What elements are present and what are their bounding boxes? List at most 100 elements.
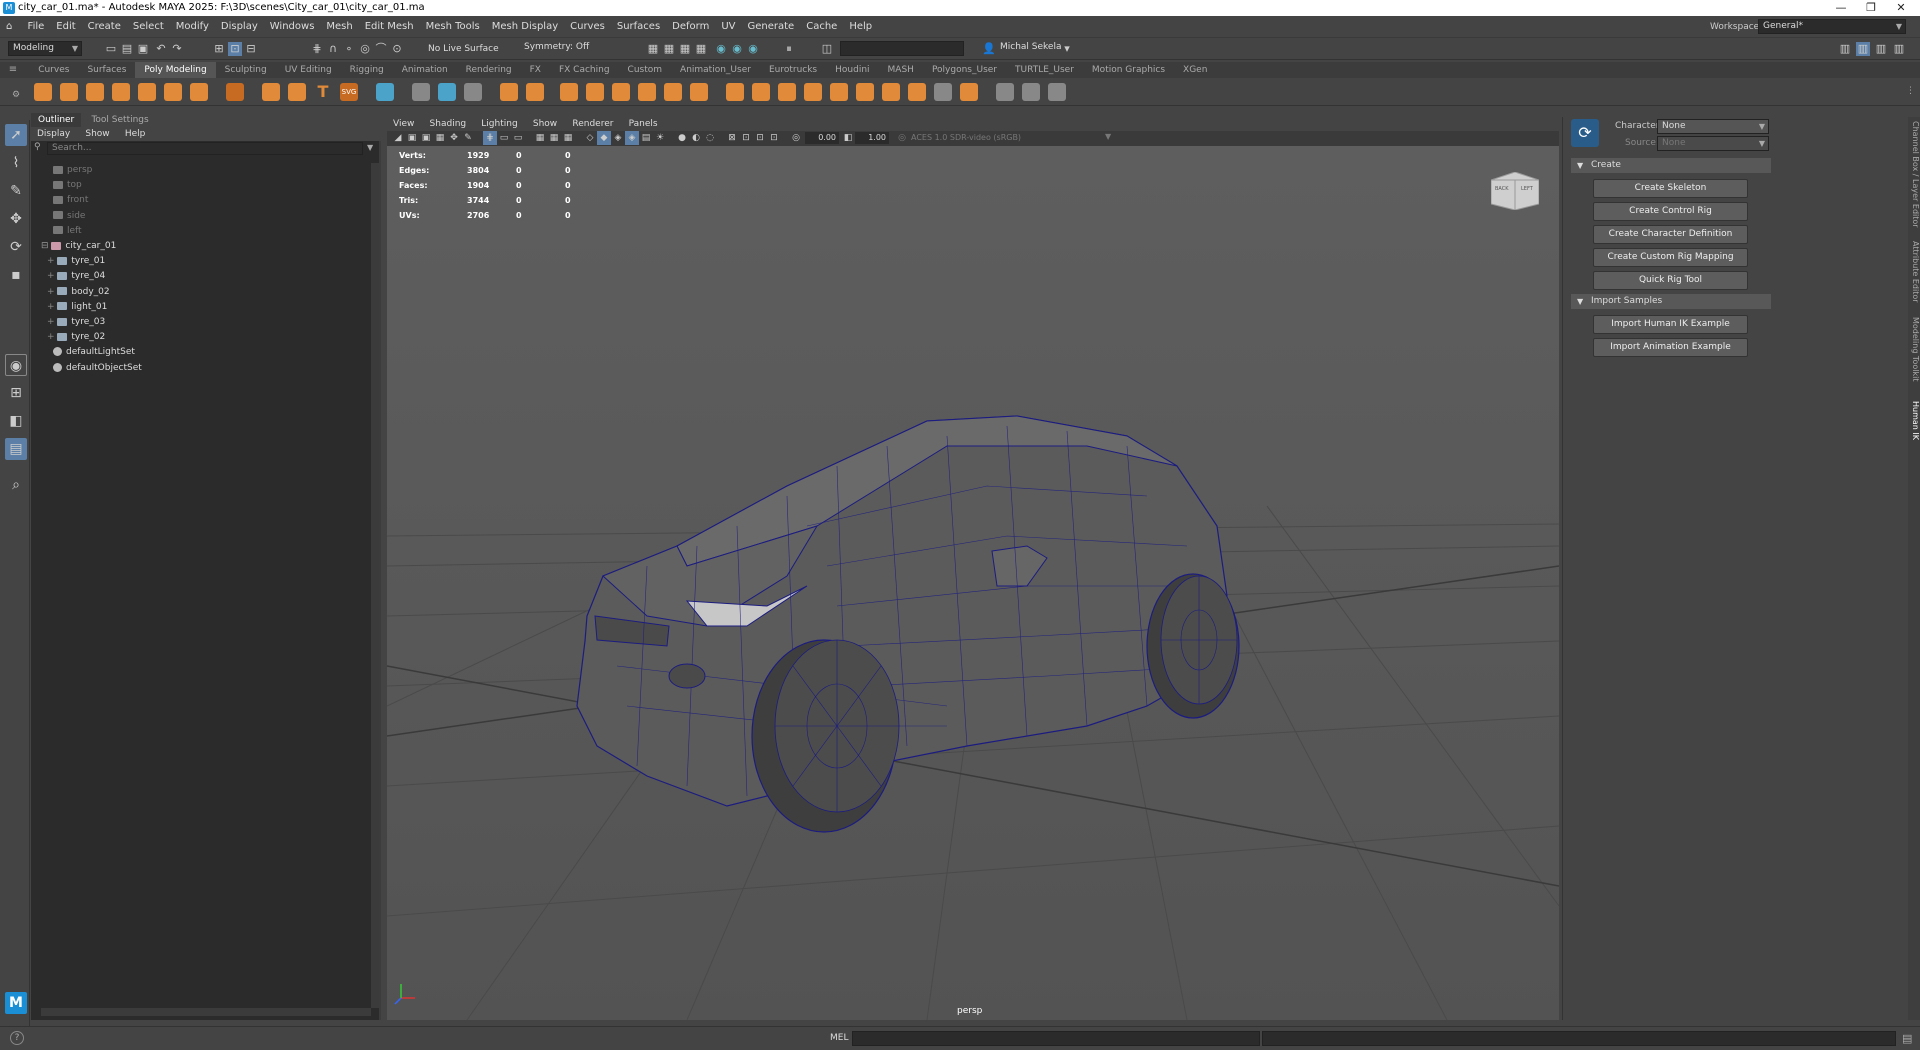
platonic-solid-icon[interactable] — [226, 83, 244, 101]
single-perspective-view-icon[interactable]: ◉ — [5, 354, 27, 376]
select-object-icon[interactable]: ⊡ — [228, 42, 242, 56]
uv-layout-icon[interactable] — [1048, 83, 1066, 101]
menu-uv[interactable]: UV — [715, 16, 741, 38]
poly-sphere-icon[interactable] — [34, 83, 52, 101]
shelf-tab-rigging[interactable]: Rigging — [341, 62, 393, 78]
outliner-item-left[interactable]: left — [53, 224, 82, 239]
offset-edge-loop-icon[interactable] — [778, 83, 796, 101]
viewport-menu-renderer[interactable]: Renderer — [566, 117, 619, 131]
redo-icon[interactable]: ↷ — [170, 42, 184, 56]
poly-cube-icon[interactable] — [60, 83, 78, 101]
snap-view-icon[interactable]: ◎ — [358, 42, 372, 56]
outliner-menu-help[interactable]: Help — [119, 127, 152, 141]
import-human-ik-example-button[interactable]: Import Human IK Example — [1593, 315, 1748, 334]
outliner-item-tyre-02[interactable]: + tyre_02 — [47, 330, 105, 345]
expand-toggle-icon[interactable]: + — [47, 271, 57, 281]
shelf-tab-curves[interactable]: Curves — [29, 62, 78, 78]
svg-icon[interactable]: SVG — [340, 83, 358, 101]
render-view-icon[interactable]: ◉ — [730, 42, 744, 56]
smooth-shade-icon[interactable]: ◆ — [597, 131, 611, 145]
perspective-viewport[interactable]: Verts: 1929 0 0 Edges: 3804 0 0 Faces: 1904 0 0 Tris… — [387, 146, 1559, 1020]
outliner-search-input[interactable]: Search... — [47, 142, 363, 155]
tab-human-ik[interactable]: Human IK — [1908, 401, 1920, 440]
grid-toggle-icon[interactable]: ⋕ — [483, 131, 497, 145]
mirror-icon[interactable] — [464, 83, 482, 101]
poly-cylinder-icon[interactable] — [86, 83, 104, 101]
collapse-icon[interactable] — [830, 83, 848, 101]
collapse-toggle-icon[interactable]: ⊟ — [41, 241, 51, 251]
menu-modify[interactable]: Modify — [170, 16, 215, 38]
outliner-item-tyre-01[interactable]: + tyre_01 — [47, 254, 105, 269]
open-scene-icon[interactable]: ▤ — [120, 42, 134, 56]
select-component-icon[interactable]: ⊟ — [244, 42, 258, 56]
outliner-item-tyre-03[interactable]: + tyre_03 — [47, 315, 105, 330]
help-icon[interactable]: ? — [10, 1031, 24, 1045]
shadows-icon[interactable]: ● — [675, 131, 689, 145]
sweep-mesh-icon[interactable] — [288, 83, 306, 101]
append-icon[interactable] — [664, 83, 682, 101]
viewport-menu-shading[interactable]: Shading — [424, 117, 473, 131]
character-dropdown[interactable]: None ▼ — [1657, 119, 1769, 134]
search-options-icon[interactable]: ⚲ — [34, 142, 41, 152]
shelf-tab-fx-caching[interactable]: FX Caching — [550, 62, 619, 78]
outliner-item-city-car-01[interactable]: ⊟ city_car_01 — [41, 239, 116, 254]
outliner-item-side[interactable]: side — [53, 209, 85, 224]
outliner-item-light-01[interactable]: + light_01 — [47, 300, 107, 315]
scale-tool-icon[interactable]: ▪ — [5, 264, 27, 286]
menu-select[interactable]: Select — [127, 16, 170, 38]
live-surface-field[interactable]: No Live Surface — [428, 41, 499, 57]
shelf-scroll-icon[interactable]: ⋮ — [1906, 86, 1915, 96]
poly-cone-icon[interactable] — [112, 83, 130, 101]
poly-plane-icon[interactable] — [164, 83, 182, 101]
mel-label[interactable]: MEL — [830, 1031, 848, 1045]
tab-modeling-toolkit[interactable]: Modeling Toolkit — [1908, 317, 1920, 381]
viewcube[interactable]: BACK LEFT — [1490, 171, 1540, 211]
new-scene-icon[interactable]: ▭ — [104, 42, 118, 56]
bookmark-icon[interactable]: ▣ — [419, 131, 433, 145]
create-custom-rig-mapping-button[interactable]: Create Custom Rig Mapping — [1593, 248, 1748, 267]
smooth-icon[interactable] — [500, 83, 518, 101]
motion-blur-icon[interactable]: ◌ — [703, 131, 717, 145]
wireframe-icon[interactable]: ◇ — [583, 131, 597, 145]
shelf-tab-polygons-user[interactable]: Polygons_User — [923, 62, 1006, 78]
layout-icon-3[interactable]: ▥ — [1892, 42, 1906, 56]
tab-channel-box[interactable]: Channel Box / Layer Editor — [1908, 121, 1920, 228]
shelf-tab-sculpting[interactable]: Sculpting — [216, 62, 276, 78]
quad-draw-icon[interactable] — [882, 83, 900, 101]
shelf-tab-animation-user[interactable]: Animation_User — [671, 62, 760, 78]
shelf-tab-houdini[interactable]: Houdini — [826, 62, 878, 78]
menu-mesh-display[interactable]: Mesh Display — [486, 16, 564, 38]
merge-icon[interactable] — [856, 83, 874, 101]
poly-disc-icon[interactable] — [190, 83, 208, 101]
xray-active-components-icon[interactable]: ⊡ — [767, 131, 781, 145]
uv-editor-icon[interactable] — [996, 83, 1014, 101]
viewcube-left-label[interactable]: LEFT — [1521, 186, 1533, 192]
expand-toggle-icon[interactable]: + — [47, 302, 57, 312]
grease-pencil-icon[interactable]: ✎ — [461, 131, 475, 145]
four-view-icon[interactable]: ⊞ — [5, 382, 27, 404]
textured-icon[interactable]: ▤ — [639, 131, 653, 145]
ipr-render-icon[interactable]: ▦ — [678, 42, 692, 56]
viewport-menu-show[interactable]: Show — [527, 117, 563, 131]
layout-icon-2[interactable]: ▥ — [1874, 42, 1888, 56]
super-shape-icon[interactable] — [262, 83, 280, 101]
boolean-icon[interactable] — [526, 83, 544, 101]
connect-icon[interactable] — [804, 83, 822, 101]
exposure-field[interactable]: 0.00 — [805, 132, 839, 144]
input-line-field[interactable] — [840, 41, 964, 56]
sidebar-toggle-icon[interactable]: ◫ — [820, 42, 834, 56]
shelf-tab-eurotrucks[interactable]: Eurotrucks — [760, 62, 826, 78]
menu-deform[interactable]: Deform — [666, 16, 715, 38]
menu-display[interactable]: Display — [215, 16, 264, 38]
resolution-gate-icon[interactable]: ▭ — [511, 131, 525, 145]
import-samples-section-header[interactable]: ▼ Import Samples — [1571, 294, 1771, 309]
layout-icon[interactable]: ▥ — [1838, 42, 1852, 56]
view-transform-dropdown[interactable]: ACES 1.0 SDR-video (sRGB) — [911, 132, 1061, 144]
quick-rig-tool-button[interactable]: Quick Rig Tool — [1593, 271, 1748, 290]
outliner-item-top[interactable]: top — [53, 178, 82, 193]
shelf-tab-mash[interactable]: MASH — [879, 62, 923, 78]
undo-icon[interactable]: ↶ — [154, 42, 168, 56]
expand-toggle-icon[interactable]: + — [47, 332, 57, 342]
mel-command-input[interactable] — [852, 1031, 1260, 1046]
paint-select-tool-icon[interactable]: ✎ — [5, 180, 27, 202]
